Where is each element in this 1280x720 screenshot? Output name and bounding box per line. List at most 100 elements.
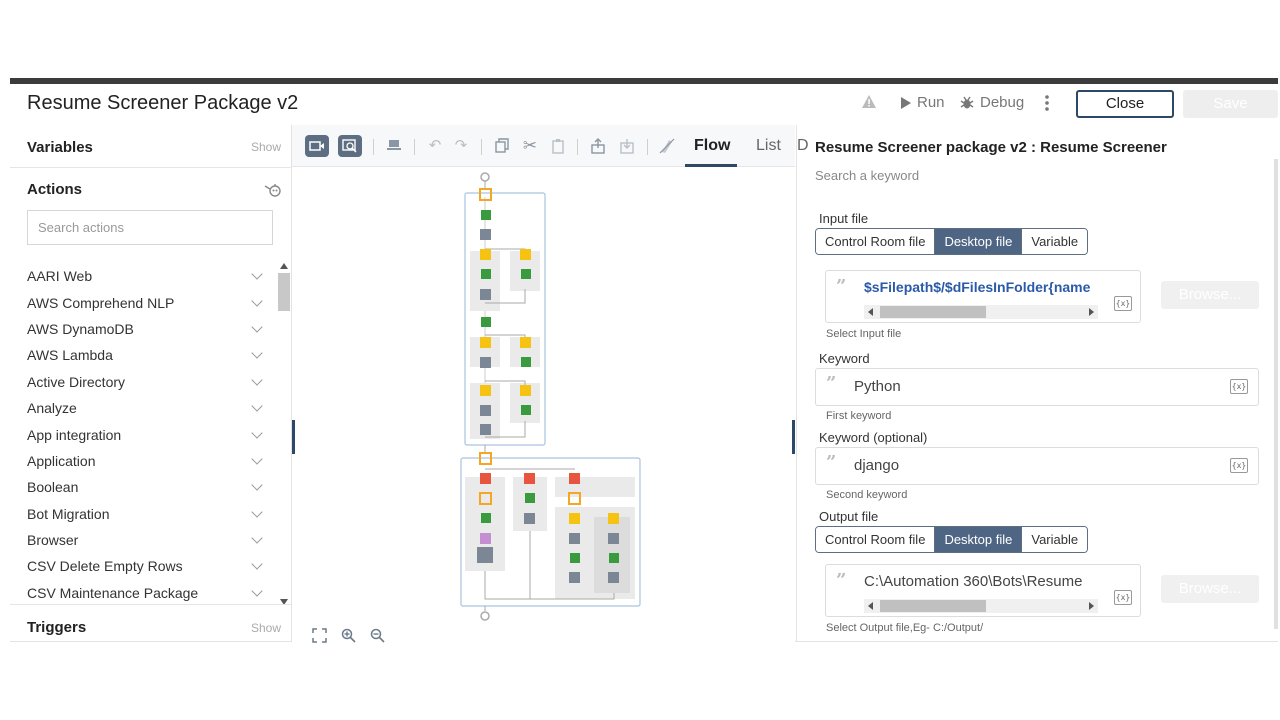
laptop-icon[interactable]	[386, 138, 402, 154]
action-item[interactable]: Browser	[27, 527, 267, 553]
option-variable[interactable]: Variable	[1021, 229, 1088, 254]
variables-show-link[interactable]: Show	[251, 140, 281, 154]
action-list-scrollbar[interactable]	[276, 263, 290, 608]
output-file-hscroll[interactable]	[864, 599, 1098, 613]
action-item[interactable]: Analyze	[27, 395, 267, 421]
toolbar-separator	[577, 139, 578, 155]
option-control-room-file[interactable]: Control Room file	[816, 229, 935, 254]
import-icon[interactable]	[619, 138, 635, 154]
action-item[interactable]: AWS Comprehend NLP	[27, 289, 267, 315]
divider	[10, 167, 292, 168]
keyword-optional-value: django	[854, 457, 900, 474]
option-control-room-file[interactable]: Control Room file	[816, 527, 935, 552]
disable-icon[interactable]	[659, 138, 675, 154]
warning-icon[interactable]	[861, 94, 877, 109]
quote-icon: ”	[836, 570, 847, 591]
action-item[interactable]: Bot Migration	[27, 501, 267, 527]
run-button[interactable]: Run	[900, 94, 945, 111]
input-file-field[interactable]: ” $sFilepath$/$dFilesInFolder{name {x}	[825, 270, 1141, 323]
option-variable[interactable]: Variable	[1021, 527, 1088, 552]
redo-icon[interactable]: ↷	[453, 138, 469, 154]
canvas-toolbar: ↶ ↷ ✂ Flow List D	[292, 125, 809, 167]
debug-button[interactable]: Debug	[960, 94, 1024, 111]
input-file-help: Select Input file	[826, 328, 902, 340]
paste-icon[interactable]	[550, 138, 566, 154]
option-desktop-file[interactable]: Desktop file	[934, 229, 1022, 254]
chevron-down-icon	[251, 321, 263, 333]
close-button[interactable]: Close	[1076, 90, 1174, 118]
export-icon[interactable]	[590, 138, 606, 154]
action-item[interactable]: Boolean	[27, 474, 267, 500]
output-file-label: Output file	[819, 509, 879, 524]
copy-icon[interactable]	[494, 138, 510, 154]
insert-variable-icon[interactable]: {x}	[1114, 296, 1132, 311]
input-file-source-toggle: Control Room file Desktop file Variable	[815, 228, 1089, 255]
input-file-hscroll[interactable]	[864, 305, 1098, 319]
play-icon	[901, 96, 911, 109]
input-file-value: $sFilepath$/$dFilesInFolder{name	[864, 279, 1091, 295]
right-panel-resize-handle[interactable]	[792, 420, 795, 454]
action-item[interactable]: CSV Delete Empty Rows	[27, 553, 267, 579]
screen-search-icon	[342, 139, 357, 153]
action-item[interactable]: AWS Lambda	[27, 342, 267, 368]
scroll-up-arrow[interactable]	[280, 263, 288, 269]
run-label: Run	[917, 94, 945, 111]
toolbar-separator	[373, 139, 374, 155]
cut-icon[interactable]: ✂	[522, 137, 538, 154]
insert-variable-icon[interactable]: {x}	[1230, 458, 1248, 473]
flow-canvas: ↶ ↷ ✂ Flow List D	[292, 125, 809, 643]
keyword-input[interactable]: ” Python {x}	[815, 368, 1259, 406]
action-item[interactable]: Active Directory	[27, 369, 267, 395]
toolbar-separator	[481, 139, 482, 155]
left-panel-resize-handle[interactable]	[292, 420, 295, 454]
properties-scrollbar[interactable]	[1274, 159, 1278, 629]
save-button[interactable]: Save	[1183, 90, 1278, 118]
quote-icon: ”	[826, 452, 837, 473]
more-options-icon[interactable]	[1044, 94, 1050, 112]
quote-icon: ”	[836, 276, 847, 297]
undo-icon[interactable]: ↶	[427, 138, 443, 154]
chevron-down-icon	[251, 347, 263, 360]
output-file-source-toggle: Control Room file Desktop file Variable	[815, 526, 1089, 553]
action-item[interactable]: AARI Web	[27, 263, 267, 289]
search-keyword-input[interactable]: Search a keyword	[815, 168, 919, 183]
quote-icon: ”	[826, 373, 837, 394]
output-file-field[interactable]: ” C:\Automation 360\Bots\Resume {x}	[825, 564, 1141, 617]
variables-title: Variables	[27, 139, 93, 156]
flow-diagram	[460, 172, 641, 621]
insert-variable-icon[interactable]: {x}	[1114, 590, 1132, 605]
output-file-value: C:\Automation 360\Bots\Resume	[864, 573, 1083, 590]
tab-list[interactable]: List	[756, 137, 781, 155]
capture-button[interactable]	[338, 135, 362, 157]
zoom-in-icon[interactable]	[341, 628, 356, 647]
chevron-down-icon	[251, 426, 263, 439]
left-panel: Variables Show Actions Search actions AA…	[10, 125, 292, 642]
keyword-optional-input[interactable]: ” django {x}	[815, 447, 1259, 485]
chevron-down-icon	[251, 294, 263, 307]
input-browse-button[interactable]: Browse...	[1161, 281, 1259, 309]
chevron-down-icon	[251, 585, 263, 597]
scroll-thumb[interactable]	[278, 273, 290, 311]
fit-screen-icon[interactable]	[312, 628, 327, 647]
action-list: AARI Web AWS Comprehend NLP AWS DynamoDB…	[27, 263, 267, 606]
tab-flow[interactable]: Flow	[694, 137, 730, 155]
keyword-label: Keyword	[819, 351, 870, 366]
insert-variable-icon[interactable]: {x}	[1230, 379, 1248, 394]
keyword-optional-help: Second keyword	[826, 489, 908, 501]
output-browse-button[interactable]: Browse...	[1161, 575, 1259, 603]
app-window: Resume Screener Package v2 Run Debug Clo…	[10, 78, 1278, 643]
option-desktop-file[interactable]: Desktop file	[934, 527, 1022, 552]
header-bar: Resume Screener Package v2 Run Debug Clo…	[10, 84, 1278, 125]
action-item[interactable]: AWS DynamoDB	[27, 316, 267, 342]
action-item[interactable]: CSV Maintenance Package	[27, 580, 267, 606]
page-title: Resume Screener Package v2	[27, 92, 299, 114]
keyword-optional-label: Keyword (optional)	[819, 430, 928, 445]
robot-hand-icon[interactable]	[264, 183, 282, 204]
action-item[interactable]: App integration	[27, 421, 267, 447]
zoom-out-icon[interactable]	[370, 628, 385, 647]
toolbar-separator	[414, 139, 415, 155]
search-actions-input[interactable]: Search actions	[27, 210, 273, 245]
record-button[interactable]	[305, 135, 329, 157]
triggers-show-link[interactable]: Show	[251, 621, 281, 635]
action-item[interactable]: Application	[27, 448, 267, 474]
